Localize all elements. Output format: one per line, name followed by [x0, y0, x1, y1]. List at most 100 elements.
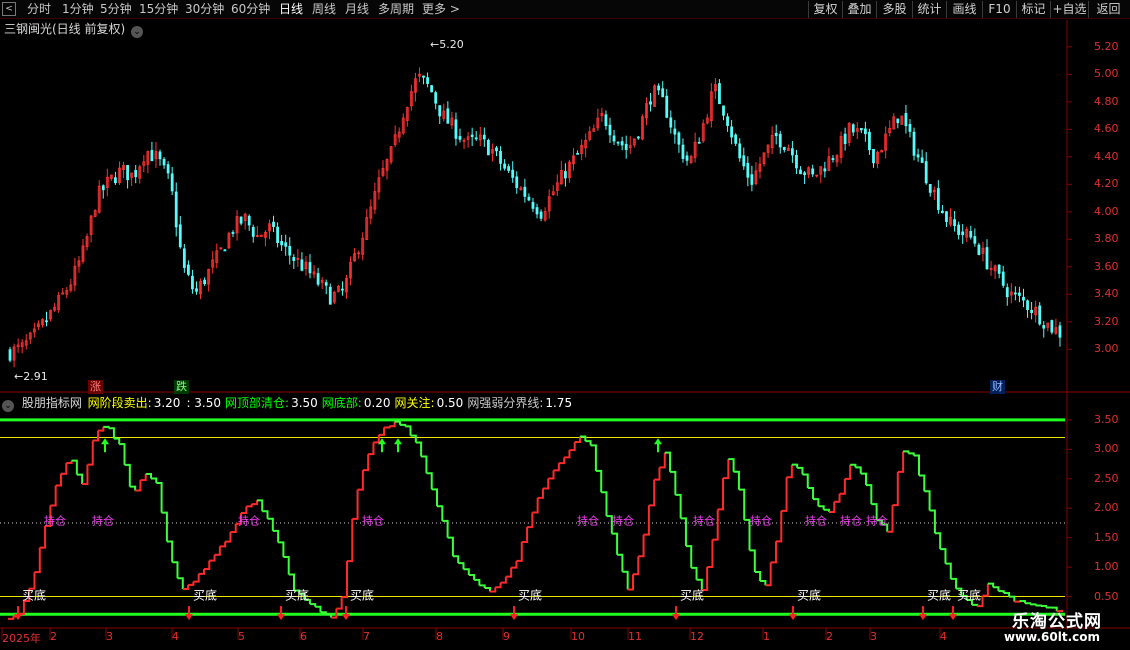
indicator-step [934, 532, 942, 550]
indicator-step [66, 460, 73, 465]
candlestick [839, 131, 843, 164]
candlestick [186, 260, 190, 277]
candlestick [470, 127, 474, 147]
candlestick [178, 215, 182, 249]
candlestick [681, 138, 685, 163]
indicator-step [1030, 603, 1037, 606]
indicator-step [601, 491, 608, 517]
indicator-step [368, 442, 375, 456]
candlestick [612, 129, 616, 146]
date-tick-label: 3 [870, 630, 877, 643]
tag-rise[interactable]: 涨 [88, 380, 103, 394]
candlestick [859, 127, 863, 134]
chevron-down-icon[interactable]: ⌄ [131, 26, 144, 38]
indicator-step [362, 454, 370, 472]
period-tab[interactable]: 1分钟 [62, 0, 94, 19]
hold-label: 持仓 [44, 514, 66, 528]
candlestick [945, 210, 948, 227]
high-price-marker: ←5.20 [430, 38, 464, 51]
candlestick [1042, 321, 1046, 338]
toolbar-button[interactable]: 叠加 [842, 1, 876, 18]
candlestick [831, 155, 835, 163]
sell-arrow-icon [101, 438, 109, 453]
price-tick-label: 4.20 [1094, 177, 1119, 191]
toolbar-button[interactable]: 多股 [876, 1, 912, 18]
candlestick [636, 135, 640, 140]
period-tab[interactable]: 多周期 [378, 0, 414, 19]
chevron-down-icon[interactable]: ⌄ [2, 400, 14, 412]
period-tab[interactable]: 5分钟 [100, 0, 132, 19]
candlestick [1001, 265, 1005, 288]
toolbar-button[interactable]: 标记 [1016, 1, 1050, 18]
indicator-step [156, 482, 163, 513]
candlestick [766, 144, 770, 158]
indicator-tick-label: 3.50 [1094, 412, 1119, 426]
toolbar-button[interactable]: 返回 [1088, 1, 1128, 18]
indicator-step [336, 597, 343, 610]
tag-fall[interactable]: 跌 [174, 380, 189, 394]
period-tab[interactable]: 30分钟 [185, 0, 224, 19]
candlestick [608, 117, 612, 143]
indicator-legend-value: 3.50 [291, 396, 318, 410]
candlestick [499, 146, 502, 171]
candlestick [134, 164, 138, 184]
candlestick [215, 243, 219, 269]
price-tick-label: 3.40 [1094, 287, 1119, 301]
candlestick [41, 318, 44, 328]
period-tab[interactable]: 日线 [279, 0, 303, 19]
candlestick [320, 277, 324, 290]
candlestick [247, 214, 251, 231]
buy-bottom-label: 买底 [797, 588, 821, 603]
candlestick [450, 111, 454, 130]
hold-label: 持仓 [362, 514, 384, 528]
candlestick [539, 209, 543, 222]
indicator-step [378, 427, 386, 436]
candlestick [543, 207, 547, 222]
indicator-step [521, 527, 529, 544]
candlestick [255, 225, 259, 238]
candlestick [349, 256, 352, 286]
buy-bottom-label: 买底 [957, 588, 981, 603]
indicator-step [1024, 602, 1032, 605]
indicator-step [781, 477, 788, 512]
candlestick [69, 278, 73, 293]
candlestick [547, 189, 551, 219]
period-tab[interactable]: 60分钟 [231, 0, 270, 19]
period-tab[interactable]: 15分钟 [139, 0, 178, 19]
indicator-step [346, 518, 354, 563]
candlestick [486, 138, 490, 156]
indicator-step [219, 541, 227, 548]
candlestick [815, 174, 819, 178]
tag-finance[interactable]: 财 [990, 380, 1005, 394]
period-tab[interactable]: 更多 > [422, 0, 460, 19]
chart-canvas[interactable]: 买底 买底 买底 买底 买底 买底 买底 买底 买底持仓 持仓 持仓 持仓 持仓 持仓 持仓 持仓 持仓 持仓 持仓 [0, 20, 1130, 650]
toolbar-button[interactable]: 画线 [946, 1, 982, 18]
candlestick [782, 146, 786, 153]
indicator-step [113, 437, 121, 445]
candlestick [576, 150, 579, 155]
toolbar-button[interactable]: F10 [982, 1, 1016, 18]
period-tab[interactable]: 月线 [345, 0, 369, 19]
toolbar-button[interactable]: 复权 [808, 1, 842, 18]
toolbar-button[interactable]: +自选 [1050, 1, 1088, 18]
date-tick-label: 1 [763, 630, 770, 643]
candlestick [37, 320, 40, 330]
indicator-step [421, 455, 428, 474]
indicator-step [834, 493, 841, 503]
back-arrow-icon[interactable]: < [2, 2, 16, 16]
candlestick [409, 84, 413, 111]
candlestick [770, 126, 774, 155]
candlestick [511, 161, 515, 183]
date-tick-label: 5 [238, 630, 245, 643]
date-tick-label: 8 [436, 630, 443, 643]
price-tick-label: 3.80 [1094, 232, 1119, 246]
indicator-step [151, 477, 158, 484]
candlestick [645, 97, 648, 126]
hold-label: 持仓 [693, 514, 715, 528]
candlestick [1009, 283, 1013, 304]
candlestick [1038, 302, 1042, 326]
period-tab[interactable]: 分时 [27, 0, 51, 19]
period-tab[interactable]: 周线 [312, 0, 336, 19]
toolbar-button[interactable]: 统计 [912, 1, 946, 18]
indicator-step [315, 605, 322, 613]
